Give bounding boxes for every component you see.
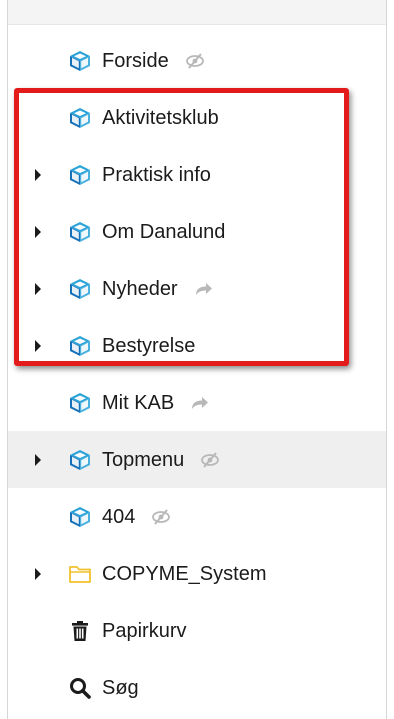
tree-node-sog[interactable]: Søg <box>8 659 386 716</box>
tree-node-mit-kab[interactable]: Mit KAB <box>8 374 386 431</box>
cube-icon <box>68 448 92 472</box>
expand-caret-icon[interactable] <box>35 453 41 466</box>
eye-slash-icon <box>185 52 205 70</box>
cube-icon <box>68 163 92 187</box>
tree-node-aktivitetsklub[interactable]: Aktivitetsklub <box>8 89 386 146</box>
search-icon <box>68 676 92 700</box>
expand-caret-icon[interactable] <box>35 225 41 238</box>
tree-node-404[interactable]: 404 <box>8 488 386 545</box>
cube-icon <box>68 106 92 130</box>
tree-node-praktisk-info[interactable]: Praktisk info <box>8 146 386 203</box>
redirect-arrow-icon <box>194 280 214 298</box>
tree-node-om-danalund[interactable]: Om Danalund <box>8 203 386 260</box>
cube-icon <box>68 277 92 301</box>
tree-node-forside[interactable]: Forside <box>8 32 386 89</box>
tree-node-label: Praktisk info <box>102 163 211 186</box>
content-tree: Forside Aktivitetsklub Praktisk info Om … <box>8 32 386 716</box>
expand-caret-icon[interactable] <box>35 339 41 352</box>
expand-caret-icon[interactable] <box>35 282 41 295</box>
cube-icon <box>68 220 92 244</box>
tree-node-label: Bestyrelse <box>102 334 196 357</box>
tree-node-nyheder[interactable]: Nyheder <box>8 260 386 317</box>
tree-node-label: Om Danalund <box>102 220 226 243</box>
redirect-arrow-icon <box>190 394 210 412</box>
tree-node-label: COPYME_System <box>102 562 267 585</box>
tree-node-label: Papirkurv <box>102 619 187 642</box>
trash-icon <box>68 619 92 643</box>
tree-node-label: Topmenu <box>102 448 185 471</box>
tree-node-bestyrelse[interactable]: Bestyrelse <box>8 317 386 374</box>
content-tree-panel: Forside Aktivitetsklub Praktisk info Om … <box>7 0 387 719</box>
cube-icon <box>68 505 92 529</box>
tree-node-label: Aktivitetsklub <box>102 106 219 129</box>
expand-caret-icon[interactable] <box>35 567 41 580</box>
tree-node-label: Forside <box>102 49 169 72</box>
tree-node-topmenu[interactable]: Topmenu <box>8 431 386 488</box>
eye-slash-icon <box>151 508 171 526</box>
panel-header-strip <box>8 0 386 25</box>
tree-node-label: Nyheder <box>102 277 178 300</box>
tree-node-label: 404 <box>102 505 136 528</box>
cube-icon <box>68 49 92 73</box>
tree-node-label: Mit KAB <box>102 391 175 414</box>
tree-node-copyme-system[interactable]: COPYME_System <box>8 545 386 602</box>
eye-slash-icon <box>200 451 220 469</box>
cube-icon <box>68 391 92 415</box>
cube-icon <box>68 334 92 358</box>
tree-node-papirkurv[interactable]: Papirkurv <box>8 602 386 659</box>
expand-caret-icon[interactable] <box>35 168 41 181</box>
folder-icon <box>68 562 92 586</box>
tree-node-label: Søg <box>102 676 139 699</box>
